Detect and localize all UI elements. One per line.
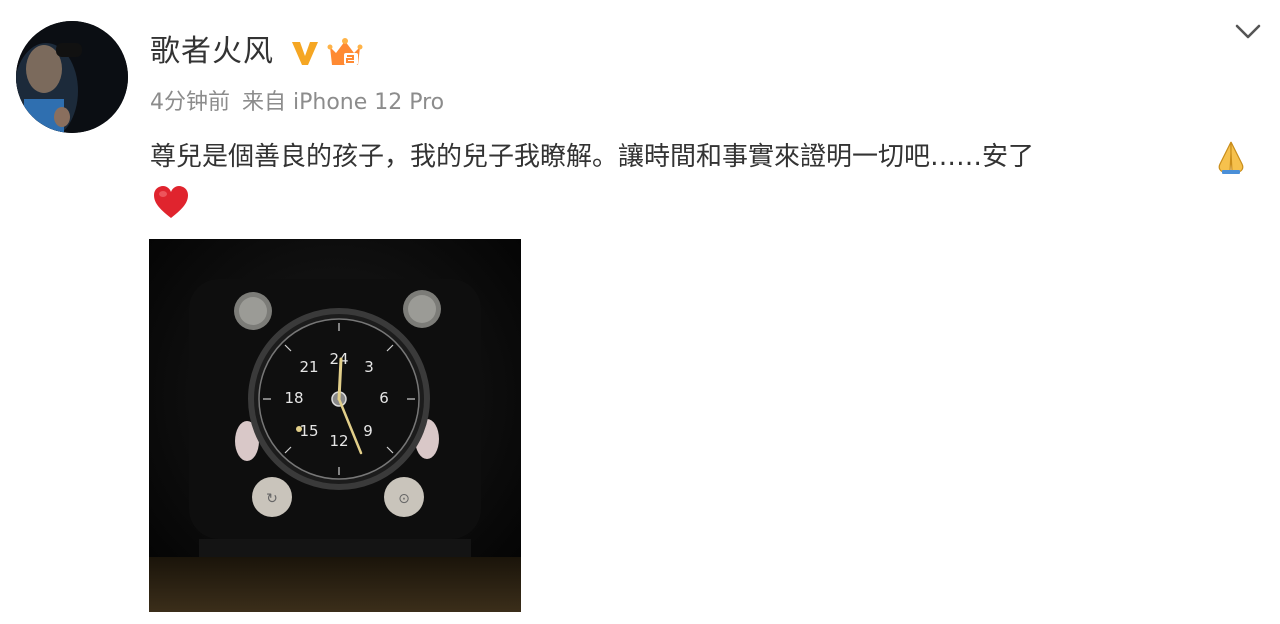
- post-text: 尊兒是個善良的孩子，我的兒子我瞭解。讓時間和事實來證明一切吧……安了: [150, 142, 1035, 172]
- chevron-down-icon[interactable]: [1232, 18, 1264, 46]
- weibo-post: 歌者火风 4分钟前 来自 iPhone 12 Pro 尊兒是個善良的孩子，我的兒子…: [0, 0, 1280, 624]
- svg-text:↻: ↻: [266, 491, 278, 507]
- vip-member-icon[interactable]: [326, 35, 364, 69]
- dial-number-3: 3: [364, 358, 374, 376]
- svg-text:⊙: ⊙: [398, 491, 410, 507]
- dial-number-21: 21: [299, 358, 318, 376]
- post-image[interactable]: ↻ ⊙ 24 3 6 9 12 15 18 21: [149, 239, 521, 612]
- clock-photo: ↻ ⊙ 24 3 6 9 12 15 18 21: [149, 239, 521, 612]
- dial-number-6: 6: [379, 389, 389, 407]
- dial-number-15: 15: [299, 422, 318, 440]
- hour-hand: [337, 357, 343, 401]
- dial-number-18: 18: [284, 389, 303, 407]
- post-time[interactable]: 4分钟前: [150, 90, 230, 115]
- red-heart-icon: [154, 186, 188, 218]
- avatar[interactable]: [16, 21, 128, 133]
- singer-avatar-icon: [16, 21, 128, 133]
- post-source[interactable]: 来自 iPhone 12 Pro: [242, 90, 444, 115]
- verified-v-icon: [292, 42, 318, 65]
- post-meta: 4分钟前 来自 iPhone 12 Pro: [150, 86, 444, 120]
- dial-number-9: 9: [363, 422, 373, 440]
- user-name[interactable]: 歌者火风: [150, 32, 274, 72]
- dial-number-12: 12: [329, 432, 348, 450]
- dial-number-24: 24: [329, 350, 348, 368]
- pray-icon: [1218, 141, 1244, 174]
